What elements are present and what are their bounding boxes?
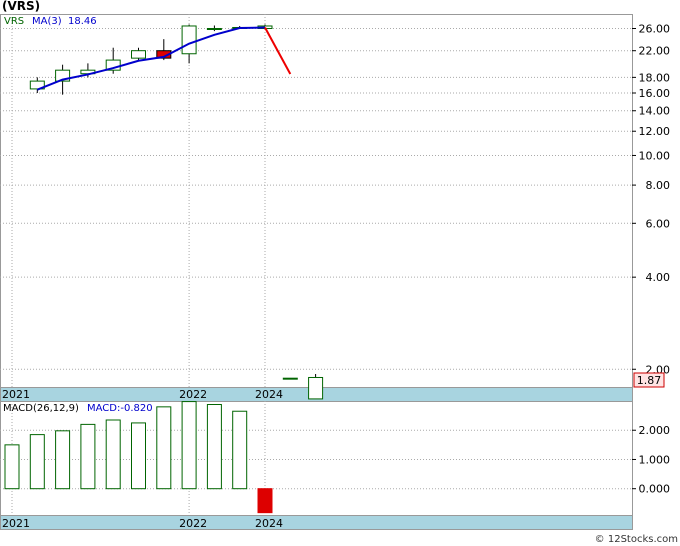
macd-tick-label: 2.000 (639, 424, 671, 437)
candle-body (308, 376, 324, 400)
price-tick-label: 4.00 (646, 271, 671, 284)
price-year-label: 2024 (255, 388, 283, 401)
macd-label: MACD(26,12,9) (3, 403, 79, 414)
candle (282, 377, 298, 380)
price-tick-label: 18.00 (639, 71, 671, 84)
candle-body (282, 377, 298, 380)
price-tick-label: 6.00 (646, 217, 671, 230)
stock-chart: 26.00 22.00 18.00 16.00 14.00 12.00 10.00 8.00 6… (0, 0, 678, 545)
macd-bar (29, 434, 45, 490)
price-tick-label: 22.00 (639, 45, 671, 58)
macd-year-label: 2022 (179, 517, 207, 530)
candle (308, 373, 324, 400)
price-tick-label: 14.00 (639, 105, 671, 118)
y-tick-labels: 26.00 22.00 18.00 16.00 14.00 12.00 10.00 8.00 6… (632, 23, 670, 496)
last-price-label: 1.87 (637, 374, 662, 387)
ma-value: 18.46 (68, 16, 97, 27)
price-tick-label: 12.00 (639, 125, 671, 138)
macd-tick-label: 1.000 (639, 453, 671, 466)
macd-bar (257, 488, 273, 514)
macd-xaxis-band (0, 515, 633, 530)
candle-body (181, 25, 197, 55)
macd-bar (4, 444, 20, 490)
macd-year-label: 2024 (255, 517, 283, 530)
candle-body (206, 28, 222, 31)
watermark: © 12Stocks.com (595, 534, 678, 545)
macd-bar (131, 422, 146, 490)
macd-bar (80, 423, 96, 490)
ma-label: MA(3) (32, 16, 62, 27)
candle-body (131, 50, 146, 59)
macd-bar (55, 430, 71, 490)
macd-bar (181, 401, 197, 490)
ticker-label: VRS (4, 16, 24, 27)
price-year-label: 2021 (2, 388, 30, 401)
macd-tick-label: 0.000 (639, 483, 671, 496)
macd-bar (156, 406, 172, 490)
macd-bar (105, 419, 121, 490)
macd-bar (206, 404, 222, 490)
macd-year-label: 2021 (2, 517, 30, 530)
chart-title: (VRS) (2, 0, 40, 13)
price-tick-label: 16.00 (639, 87, 671, 100)
macd-bar (232, 410, 248, 490)
price-tick-label: 10.00 (639, 149, 671, 162)
price-tick-label: 8.00 (646, 179, 671, 192)
price-year-label: 2022 (179, 388, 207, 401)
price-tick-label: 26.00 (639, 23, 671, 36)
macd-value: MACD:-0.820 (87, 403, 153, 414)
